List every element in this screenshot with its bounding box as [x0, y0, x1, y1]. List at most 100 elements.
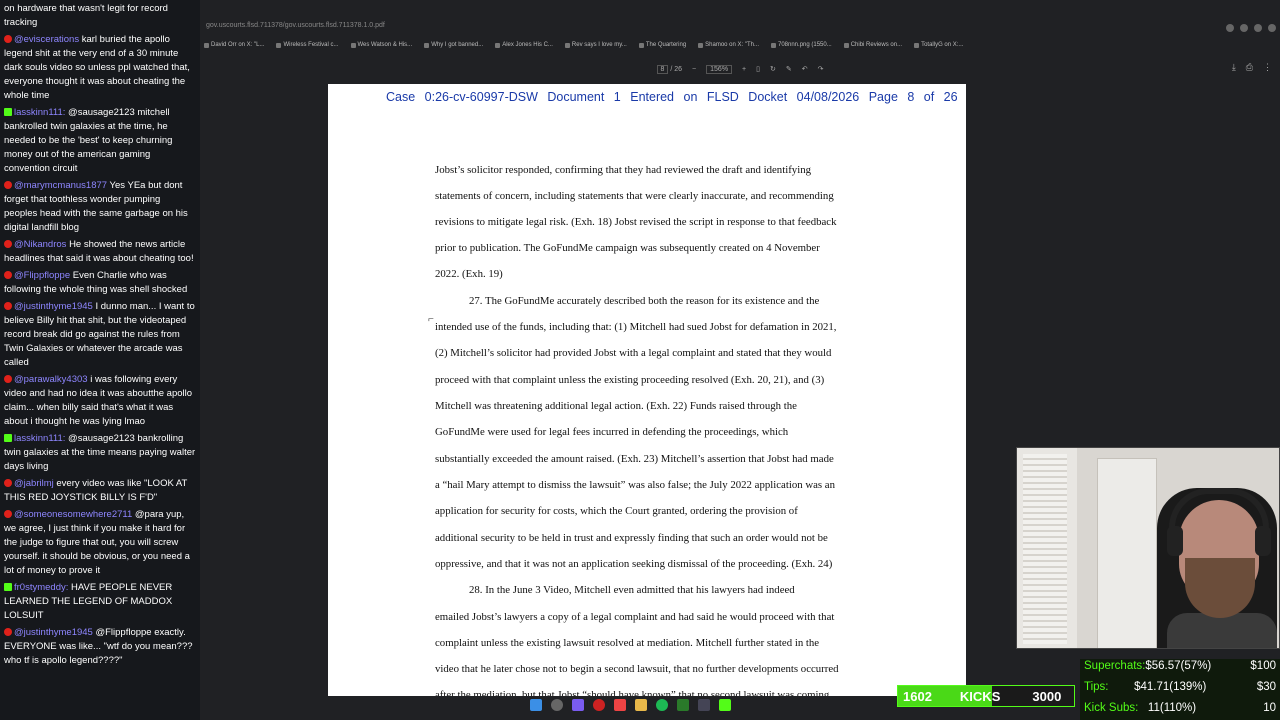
kick-badge-icon — [4, 583, 12, 591]
chat-message: @Nikandros He showed the news article he… — [0, 238, 200, 266]
rotate-icon[interactable]: ↻ — [770, 65, 776, 73]
youtube-badge-icon — [4, 628, 12, 636]
steam-icon[interactable] — [698, 699, 710, 711]
document-line: additional security to be held in trust … — [435, 532, 828, 544]
webcam-feed — [1016, 447, 1280, 649]
document-line: a “hail Mary attempt to dismiss the laws… — [435, 479, 835, 491]
bookmark-label: Why I got banned... — [431, 42, 484, 48]
star-icon[interactable] — [1254, 24, 1262, 32]
zoom-in-icon[interactable]: + — [742, 66, 746, 73]
bookmark-item[interactable]: Wes Watson & His... — [350, 38, 413, 52]
bookmark-label: Alex Jones His C... — [502, 42, 553, 48]
bookmark-label: The Quartering — [645, 42, 687, 48]
address-bar[interactable]: gov.uscourts.flsd.711378/gov.uscourts.fl… — [200, 22, 1280, 38]
document-line: GoFundMe were used for legal fees incurr… — [435, 426, 789, 438]
folder-icon[interactable] — [635, 699, 647, 711]
chat-username[interactable]: @justinthyme1945 — [14, 301, 93, 312]
kicksubs-row: Kick Subs: 11(110%) 10 — [1084, 702, 1276, 714]
document-line: Jobst’s solicitor responded, confirming … — [435, 164, 811, 176]
bookmark-item[interactable]: 708nnn.png (1550... — [771, 38, 832, 52]
chat-username[interactable]: @Flippfloppe — [14, 270, 70, 281]
zoom-icon[interactable] — [1226, 24, 1234, 32]
kicks-goal: 3000 — [1032, 688, 1062, 704]
chat-username[interactable]: @parawalky4303 — [14, 374, 88, 385]
document-line: revisions to mitigate legal risk. (Exh. … — [435, 216, 837, 228]
extension-icon[interactable] — [1240, 24, 1248, 32]
chat-username[interactable]: fr0stymeddy: — [14, 582, 68, 593]
document-line: (2) Mitchell’s solicitor had provided Jo… — [435, 347, 832, 359]
menu-icon[interactable] — [1268, 24, 1276, 32]
kick-icon[interactable] — [719, 699, 731, 711]
chat-message: on hardware that wasn't legit for record… — [0, 0, 200, 30]
document-line: prior to publication. The GoFundMe campa… — [435, 242, 820, 254]
zoom-level[interactable]: 156% — [706, 64, 733, 74]
bookmark-item[interactable]: Shamoo on X: "Th... — [698, 38, 759, 52]
document-line: emailed Jobst’s lawyers a copy of a lega… — [435, 611, 835, 623]
more-icon[interactable]: ⋮ — [1263, 62, 1272, 73]
bookmark-favicon-icon — [350, 42, 356, 48]
donation-stats: Superchats:$56.57(57%) $100 Tips: $41.71… — [1080, 659, 1280, 720]
document-line: complaint unless the existing lawsuit re… — [435, 637, 820, 649]
chat-username[interactable]: lasskinn111: — [14, 107, 65, 118]
opera-icon[interactable] — [593, 699, 605, 711]
bookmark-item[interactable]: Rev says I love my... — [564, 38, 627, 52]
chat-username[interactable]: @Nikandros — [14, 239, 66, 250]
bookmark-label: Rev says I love my... — [571, 42, 627, 48]
bookmark-label: Chibi Reviews on... — [850, 42, 903, 48]
taskbar — [530, 699, 731, 711]
chat-message: @someonesomewhere2711 @para yup, we agre… — [0, 508, 200, 578]
chat-username[interactable]: lasskinn111: — [14, 433, 65, 444]
zoom-out-icon[interactable]: − — [692, 66, 696, 73]
page-number-field[interactable]: 8 / 26 — [656, 64, 682, 74]
fit-page-icon[interactable]: ▯ — [756, 65, 760, 73]
chat-username[interactable]: @someonesomewhere2711 — [14, 509, 132, 520]
draw-icon[interactable]: ✎ — [786, 65, 792, 73]
obs-icon[interactable] — [614, 699, 626, 711]
bookmark-label: 708nnn.png (1550... — [778, 42, 832, 48]
chat-username[interactable]: @justinthyme1945 — [14, 627, 93, 638]
redo-icon[interactable]: ↷ — [818, 65, 824, 73]
document-line: 27. The GoFundMe accurately described bo… — [469, 295, 820, 307]
bookmark-item[interactable]: The Quartering — [638, 38, 687, 52]
chat-username[interactable]: @marymcmanus1877 — [14, 180, 107, 191]
xbox-icon[interactable] — [677, 699, 689, 711]
kicks-count: 1602 — [903, 688, 932, 704]
bookmark-item[interactable]: Why I got banned... — [424, 38, 483, 52]
bookmark-favicon-icon — [843, 42, 849, 48]
headset-ear-left — [1167, 526, 1183, 556]
bookmark-item[interactable]: TotallyG on X:... — [914, 38, 963, 52]
discord-icon[interactable] — [572, 699, 584, 711]
bookmark-item[interactable]: Wireless Festival c... — [276, 38, 339, 52]
bookmark-favicon-icon — [771, 42, 776, 48]
chat-message: @Flippfloppe Even Charlie who was follow… — [0, 269, 200, 297]
bookmark-favicon-icon — [638, 42, 644, 48]
bookmark-favicon-icon — [204, 42, 209, 48]
browser-toolbar-icons — [1226, 24, 1276, 32]
youtube-badge-icon — [4, 181, 12, 189]
chat-username[interactable]: @jabrilmj — [14, 478, 54, 489]
youtube-badge-icon — [4, 375, 12, 383]
start-icon[interactable] — [530, 699, 542, 711]
document-line: substantially exceeded the amount raised… — [435, 453, 834, 465]
bookmark-item[interactable]: David Orr on X: "L... — [204, 38, 264, 52]
chat-message: fr0stymeddy: HAVE PEOPLE NEVER LEARNED T… — [0, 581, 200, 623]
bookmark-item[interactable]: Chibi Reviews on... — [843, 38, 903, 52]
shirt — [1167, 613, 1277, 648]
pdf-toolbar: 8 / 26 − 156% + ▯ ↻ ✎ ↶ ↷ — [200, 60, 1280, 78]
chat-username[interactable]: @eviscerations — [14, 34, 79, 45]
bookmark-item[interactable]: Alex Jones His C... — [495, 38, 553, 52]
chat-message: @justinthyme1945 I dunno man... I want t… — [0, 300, 200, 370]
document-line: statements of concern, including stateme… — [435, 190, 834, 202]
undo-icon[interactable]: ↶ — [802, 65, 808, 73]
print-icon[interactable]: ⎙ — [1246, 62, 1253, 73]
bookmark-label: Wes Watson & His... — [357, 42, 413, 48]
window-blinds — [1023, 454, 1067, 644]
bookmark-favicon-icon — [495, 42, 501, 48]
chat-message: @marymcmanus1877 Yes YEa but dont forget… — [0, 179, 200, 235]
download-icon[interactable]: ⤓ — [1232, 62, 1236, 73]
document-line: video that he later chose not to begin a… — [435, 663, 839, 675]
search-icon[interactable] — [551, 699, 563, 711]
spotify-icon[interactable] — [656, 699, 668, 711]
tips-row: Tips: $41.71(139%) $30 — [1084, 681, 1276, 693]
chat-message: lasskinn111: @sausage2123 bankrolling tw… — [0, 432, 200, 474]
